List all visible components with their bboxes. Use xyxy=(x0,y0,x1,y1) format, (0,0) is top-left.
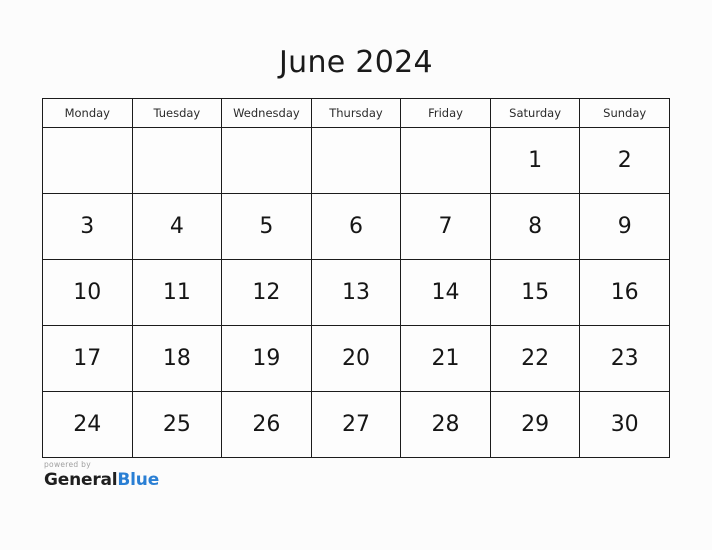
powered-by-label: powered by xyxy=(44,460,91,469)
day-cell[interactable]: 15 xyxy=(489,259,581,326)
calendar-table: Monday Tuesday Wednesday Thursday Friday… xyxy=(42,98,670,458)
day-cell[interactable]: 9 xyxy=(579,193,670,260)
weekday-header-thursday: Thursday xyxy=(310,98,402,128)
day-cell[interactable]: 22 xyxy=(489,325,581,392)
calendar-week-row: 10 11 12 13 14 15 16 xyxy=(42,259,670,326)
calendar-week-row: 1 2 xyxy=(42,127,670,194)
day-cell[interactable]: 6 xyxy=(310,193,402,260)
day-cell[interactable]: 25 xyxy=(131,391,223,458)
weekday-header-friday: Friday xyxy=(400,98,491,128)
calendar-body: 1 2 3 4 5 6 7 8 9 10 11 12 13 14 15 16 1… xyxy=(42,127,670,458)
calendar-week-row: 17 18 19 20 21 22 23 xyxy=(42,325,670,392)
day-cell[interactable]: 23 xyxy=(579,325,670,392)
weekday-header-wednesday: Wednesday xyxy=(221,98,312,128)
day-cell[interactable]: 8 xyxy=(489,193,581,260)
day-cell[interactable]: 30 xyxy=(579,391,670,458)
weekday-header-tuesday: Tuesday xyxy=(131,98,223,128)
day-cell[interactable]: 21 xyxy=(400,325,491,392)
weekday-header-saturday: Saturday xyxy=(489,98,581,128)
day-cell[interactable]: 10 xyxy=(42,259,133,326)
calendar-header-row-group: Monday Tuesday Wednesday Thursday Friday… xyxy=(42,98,670,128)
day-cell[interactable]: 27 xyxy=(310,391,402,458)
day-cell[interactable] xyxy=(221,127,312,194)
weekday-header-row: Monday Tuesday Wednesday Thursday Friday… xyxy=(42,98,670,128)
day-cell[interactable]: 2 xyxy=(579,127,670,194)
brand-name-blue: Blue xyxy=(117,469,160,490)
day-cell[interactable]: 13 xyxy=(310,259,402,326)
day-cell[interactable]: 16 xyxy=(579,259,670,326)
weekday-header-monday: Monday xyxy=(42,98,133,128)
footer-branding: powered by GeneralBlue xyxy=(44,461,159,489)
day-cell[interactable] xyxy=(131,127,223,194)
day-cell[interactable]: 28 xyxy=(400,391,491,458)
calendar-week-row: 24 25 26 27 28 29 30 xyxy=(42,391,670,458)
day-cell[interactable]: 11 xyxy=(131,259,223,326)
day-cell[interactable]: 7 xyxy=(400,193,491,260)
day-cell[interactable]: 5 xyxy=(221,193,312,260)
calendar-week-row: 3 4 5 6 7 8 9 xyxy=(42,193,670,260)
day-cell[interactable]: 24 xyxy=(42,391,133,458)
day-cell[interactable] xyxy=(400,127,491,194)
day-cell[interactable]: 18 xyxy=(131,325,223,392)
day-cell[interactable]: 3 xyxy=(42,193,133,260)
weekday-header-sunday: Sunday xyxy=(579,98,670,128)
day-cell[interactable] xyxy=(310,127,402,194)
day-cell[interactable]: 12 xyxy=(221,259,312,326)
brand-name-general: General xyxy=(44,469,118,490)
day-cell[interactable]: 26 xyxy=(221,391,312,458)
day-cell[interactable]: 1 xyxy=(489,127,581,194)
day-cell[interactable]: 19 xyxy=(221,325,312,392)
day-cell[interactable] xyxy=(42,127,133,194)
day-cell[interactable]: 4 xyxy=(131,193,223,260)
day-cell[interactable]: 17 xyxy=(42,325,133,392)
calendar-page: June 2024 Monday Tuesday Wednesday Thurs… xyxy=(0,0,712,550)
page-title: June 2024 xyxy=(279,45,433,80)
day-cell[interactable]: 29 xyxy=(489,391,581,458)
generalblue-logo[interactable]: GeneralBlue xyxy=(44,469,160,490)
day-cell[interactable]: 20 xyxy=(310,325,402,392)
day-cell[interactable]: 14 xyxy=(400,259,491,326)
